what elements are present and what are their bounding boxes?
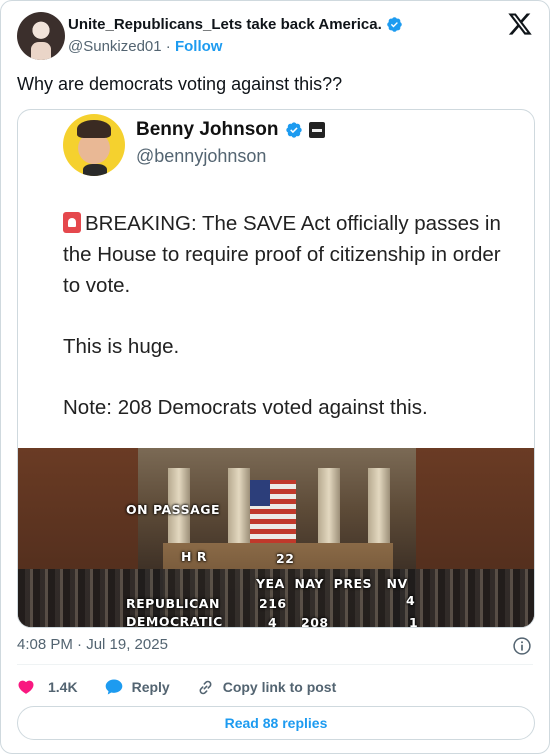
quoted-body: BREAKING: The SAVE Act officially passes… [63, 208, 523, 423]
quoted-line-2: This is huge. [63, 335, 180, 358]
overlay-democratic-nay: 208 [301, 615, 329, 628]
info-icon[interactable] [512, 636, 532, 656]
overlay-republican-yea: 216 [259, 596, 287, 611]
quoted-verified-badge-icon [285, 122, 302, 138]
quoted-avatar [63, 114, 125, 176]
author-avatar[interactable] [17, 12, 65, 60]
copy-link-label: Copy link to post [222, 679, 337, 695]
author-name-row: Unite_Republicans_Lets take back America… [68, 16, 403, 33]
overlay-hr-number: 22 [276, 551, 295, 566]
quoted-breaking-text: BREAKING: The SAVE Act officially passes… [63, 212, 501, 297]
like-button[interactable]: 1.4K [17, 678, 78, 696]
divider [17, 664, 533, 665]
overlay-democratic-yea: 4 [268, 615, 278, 628]
link-icon [199, 680, 212, 694]
quoted-line-3: Note: 208 Democrats voted against this. [63, 396, 428, 419]
reply-label: Reply [131, 679, 170, 695]
like-count: 1.4K [48, 679, 78, 695]
handle-separator: · [165, 38, 171, 55]
overlay-republican-label: REPUBLICAN [126, 596, 220, 611]
quoted-display-name: Benny Johnson [136, 119, 279, 140]
author-handle-row: @Sunkized01 · Follow [68, 38, 222, 55]
overlay-on-passage: ON PASSAGE [126, 502, 221, 517]
tweet-media-image[interactable]: Benny Johnson @bennyjohnson BREAKING: Th… [17, 109, 535, 628]
tweet-text: Why are democrats voting against this?? [17, 74, 343, 94]
action-bar: 1.4K Reply Copy link to post [17, 677, 362, 697]
overlay-vote-columns: YEA NAY PRES NV [256, 576, 408, 591]
reply-bubble-icon [105, 679, 122, 695]
overlay-democratic-nv: 1 [409, 615, 419, 628]
read-replies-button[interactable]: Read 88 replies [17, 706, 535, 740]
overlay-hr: H R [181, 549, 207, 564]
siren-icon [63, 212, 81, 233]
overlay-democratic-label: DEMOCRATIC [126, 614, 223, 628]
quoted-breaking-line: BREAKING: The SAVE Act officially passes… [63, 208, 523, 301]
reply-button[interactable]: Reply [104, 677, 170, 697]
us-flag [250, 480, 296, 544]
quoted-handle: @bennyjohnson [136, 146, 267, 166]
x-logo-icon[interactable] [507, 11, 533, 37]
copy-link-button[interactable]: Copy link to post [196, 678, 337, 697]
tweet-timestamp[interactable]: 4:08 PM · Jul 19, 2025 [17, 636, 168, 653]
affiliate-badge-icon [308, 122, 325, 138]
overlay-republican-nv: 4 [406, 593, 416, 608]
follow-link[interactable]: Follow [175, 38, 223, 55]
house-chamber-photo: ON PASSAGE H R 22 YEA NAY PRES NV REPUBL… [18, 448, 534, 628]
heart-icon [18, 680, 34, 694]
author-display-name[interactable]: Unite_Republicans_Lets take back America… [68, 16, 382, 33]
verified-badge-icon [386, 17, 402, 32]
author-handle[interactable]: @Sunkized01 [68, 38, 162, 55]
quoted-name-row: Benny Johnson [136, 119, 325, 141]
embedded-tweet-card: Unite_Republicans_Lets take back America… [0, 0, 550, 754]
